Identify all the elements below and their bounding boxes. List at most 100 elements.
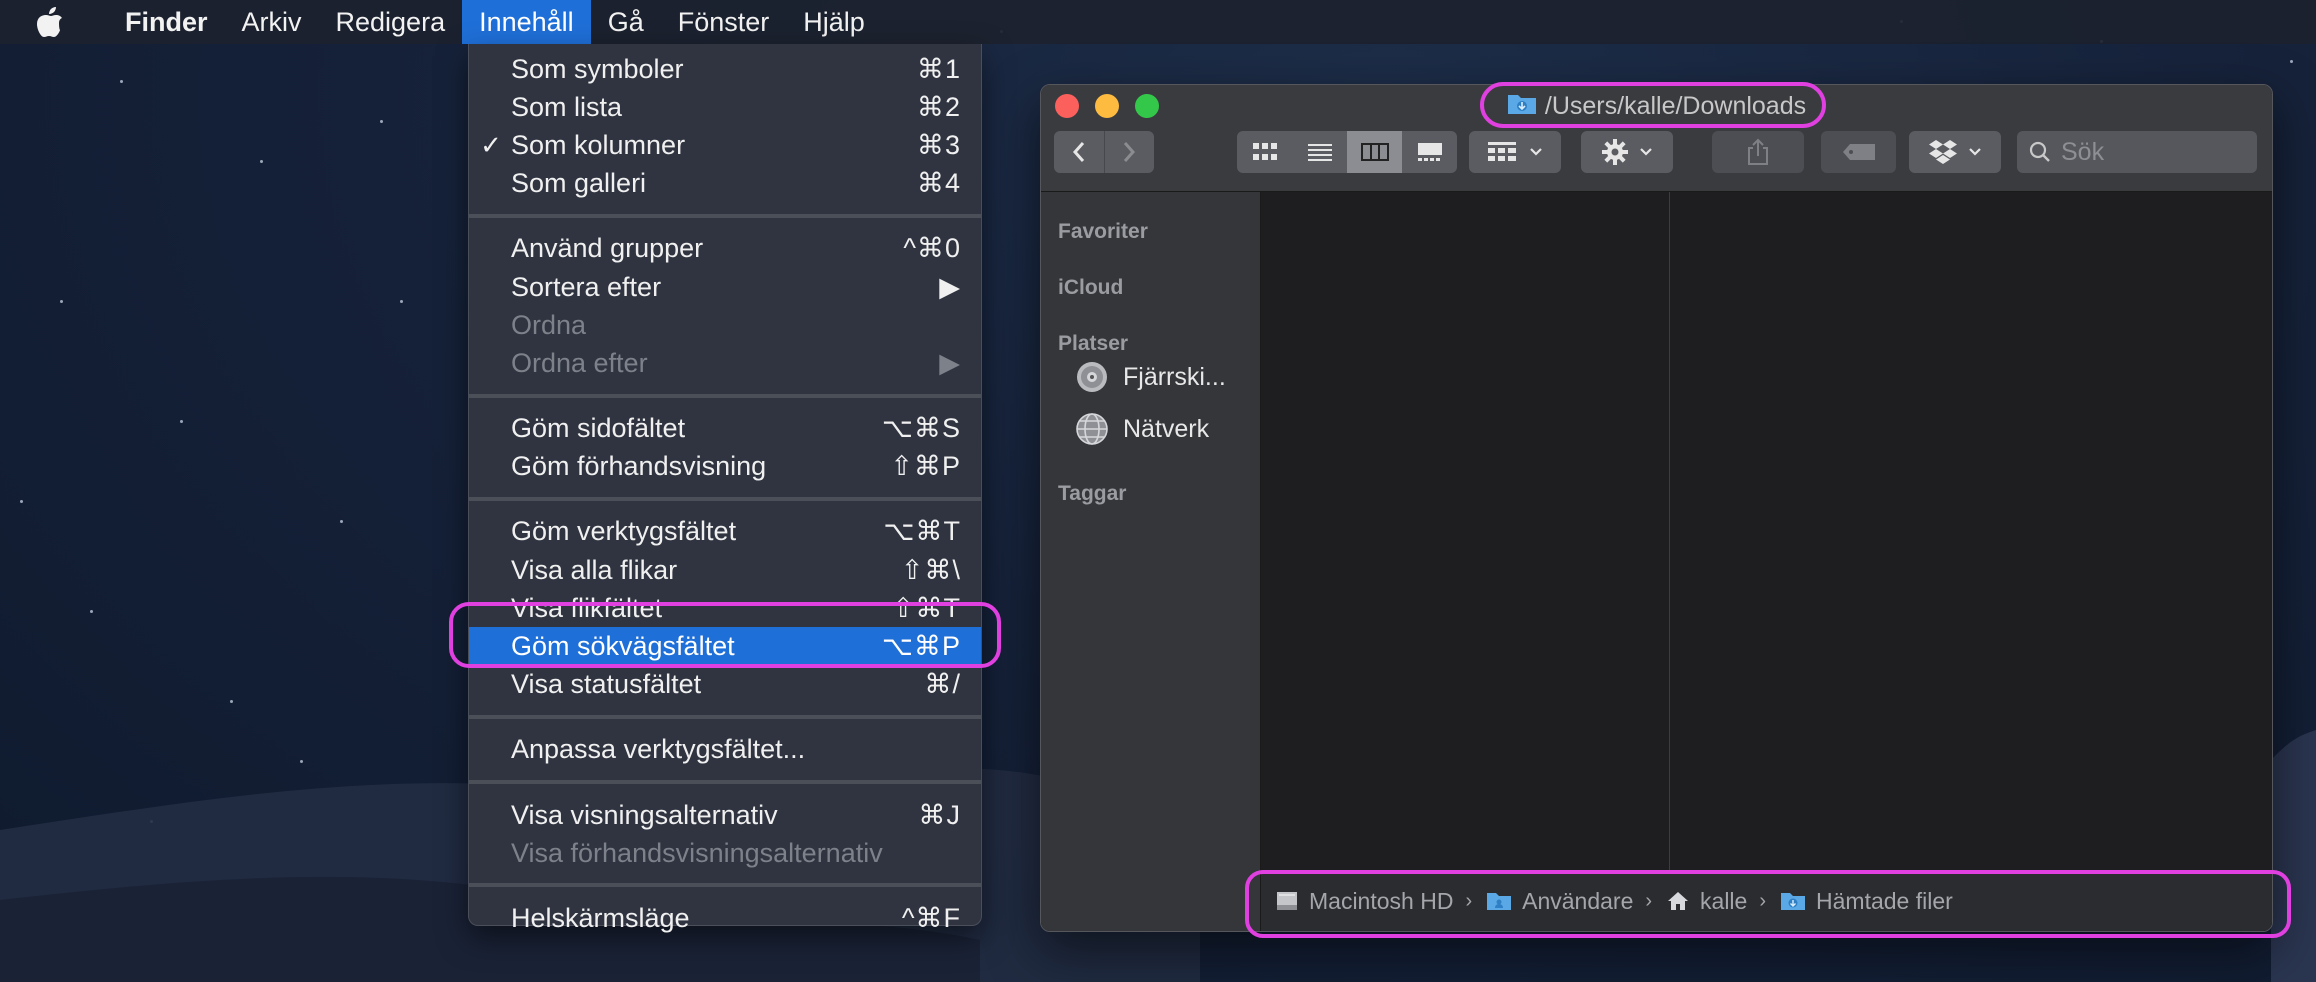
column-view-button[interactable] (1347, 131, 1402, 173)
menu-item[interactable]: ✓ Som kolumner ⌘3 (469, 126, 981, 164)
path-item-kalle[interactable]: kalle › (1666, 888, 1766, 915)
menu-item-shortcut: ⌥⌘T (883, 516, 961, 547)
path-item-anvandare[interactable]: Användare › (1486, 888, 1652, 915)
sidebar-item-network[interactable]: Nätverk (1075, 412, 1209, 446)
menu-item-label: Visa statusfältet (511, 669, 702, 700)
star-decoration (260, 160, 263, 163)
menu-separator (469, 393, 981, 398)
menu-separator (469, 714, 981, 719)
apple-menu-icon[interactable] (36, 6, 80, 38)
menu-item[interactable]: Visa alla flikar ⇧⌘\ (469, 551, 981, 589)
sidebar-section-platser: Platser (1058, 332, 1129, 355)
remote-disc-icon (1075, 360, 1109, 394)
path-bar: Macintosh HD › Användare › kalle › Hämta… (1261, 870, 2272, 931)
menu-item[interactable]: Anpassa verktygsfältet... (469, 731, 981, 769)
menubar-ga[interactable]: Gå (591, 0, 661, 44)
menu-item-label: Göm förhandsvisning (511, 451, 767, 482)
nav-buttons (1054, 131, 1154, 173)
menu-item[interactable]: Sortera efter ▶ (469, 268, 981, 306)
menu-item[interactable]: Göm förhandsvisning ⇧⌘P (469, 448, 981, 486)
star-decoration (2290, 60, 2293, 63)
menu-bar: Finder Arkiv Redigera Innehåll Gå Fönste… (0, 0, 2316, 44)
path-item-hamtade-filer[interactable]: Hämtade filer (1780, 888, 1953, 915)
menu-item-shortcut: ⌘2 (916, 91, 961, 122)
path-item-label: Macintosh HD (1309, 887, 1454, 914)
menu-item-label: Visa flikfältet (511, 592, 663, 623)
menu-item-label: Helskärmsläge (511, 902, 690, 933)
title-bar: /Users/kalle/Downloads Sök (1041, 85, 2272, 192)
chevron-down-icon (1968, 147, 1982, 157)
group-button[interactable] (1469, 131, 1561, 173)
menu-item[interactable]: Som lista ⌘2 (469, 88, 981, 126)
menu-item-shortcut: ⇧⌘\ (900, 554, 961, 585)
menu-item-shortcut: ^⌘F (901, 902, 961, 933)
path-item-macintosh-hd[interactable]: Macintosh HD › (1275, 888, 1472, 915)
tag-button[interactable] (1821, 131, 1896, 173)
menu-item-label: Visa förhandsvisningsalternativ (511, 837, 883, 868)
menubar-hjalp[interactable]: Hjälp (786, 0, 882, 44)
menu-item[interactable]: Göm verktygsfältet ⌥⌘T (469, 513, 981, 551)
menu-item-shortcut: ⌥⌘P (881, 631, 961, 662)
menu-item[interactable]: Visa flikfältet ⇧⌘T (469, 589, 981, 627)
share-button[interactable] (1712, 131, 1804, 173)
finder-window: /Users/kalle/Downloads Sök Favoriter iCl… (1040, 84, 2273, 932)
menubar-arkiv[interactable]: Arkiv (225, 0, 319, 44)
star-decoration (150, 820, 153, 823)
star-decoration (400, 300, 403, 303)
window-title: /Users/kalle/Downloads (1041, 87, 2272, 125)
hard-drive-icon (1275, 890, 1299, 912)
menu-item[interactable]: Som galleri ⌘4 (469, 165, 981, 203)
menu-separator (469, 780, 981, 784)
menu-item-label: Visa alla flikar (511, 554, 678, 585)
menu-item-label: Som galleri (511, 168, 647, 199)
dropbox-icon (1928, 139, 1958, 165)
back-button[interactable] (1054, 131, 1105, 173)
menu-separator (469, 496, 981, 501)
star-decoration (180, 420, 183, 423)
menu-item-shortcut: ⌘/ (924, 669, 961, 700)
forward-button[interactable] (1105, 131, 1155, 173)
checkmark-icon: ✓ (480, 129, 502, 160)
menu-item[interactable]: Visa statusfältet ⌘/ (469, 666, 981, 704)
star-decoration (60, 300, 63, 303)
menu-item-label: Ordna (511, 309, 587, 340)
path-item-label: Hämtade filer (1816, 887, 1953, 914)
submenu-arrow-icon: ▶ (939, 347, 961, 378)
menu-item-shortcut: ⌘J (918, 799, 961, 830)
submenu-arrow-icon: ▶ (939, 271, 961, 302)
menubar-innehall[interactable]: Innehåll (462, 0, 591, 44)
sidebar: Favoriter iCloud Platser Fjärrski... Nät… (1041, 192, 1261, 931)
list-view-button[interactable] (1292, 131, 1347, 173)
menubar-fonster[interactable]: Fönster (661, 0, 787, 44)
column-divider[interactable] (1669, 192, 1670, 871)
menu-separator (469, 883, 981, 888)
home-icon (1666, 890, 1690, 912)
menu-item: Ordna efter ▶ (469, 344, 981, 382)
menu-item[interactable]: Göm sökvägsfältet ⌥⌘P (469, 627, 981, 666)
chevron-down-icon (1639, 147, 1653, 157)
menu-item-shortcut: ⇧⌘T (891, 592, 961, 623)
menu-item[interactable]: Göm sidofältet ⌥⌘S (469, 410, 981, 448)
menu-item-label: Visa visningsalternativ (511, 799, 778, 830)
search-field[interactable]: Sök (2017, 131, 2257, 173)
sidebar-section-favoriter: Favoriter (1058, 220, 1148, 243)
menu-item-shortcut: ⌥⌘S (881, 413, 961, 444)
menu-item[interactable]: Använd grupper ^⌘0 (469, 230, 981, 268)
action-button[interactable] (1581, 131, 1673, 173)
search-placeholder: Sök (2061, 137, 2105, 166)
menu-item-label: Som kolumner (511, 129, 686, 160)
column-browser[interactable]: Macintosh HD › Användare › kalle › Hämta… (1261, 192, 2272, 931)
chevron-down-icon (1529, 147, 1543, 157)
gallery-view-button[interactable] (1402, 131, 1457, 173)
icon-view-button[interactable] (1237, 131, 1292, 173)
menubar-redigera[interactable]: Redigera (319, 0, 463, 44)
share-icon (1746, 138, 1770, 166)
menu-item-label: Anpassa verktygsfältet... (511, 734, 806, 765)
sidebar-item-remote-disc[interactable]: Fjärrski... (1075, 360, 1226, 394)
folder-users-icon (1486, 890, 1512, 912)
dropbox-button[interactable] (1909, 131, 2001, 173)
menubar-app-name[interactable]: Finder (108, 0, 225, 44)
menu-item[interactable]: Helskärmsläge ^⌘F (469, 899, 981, 937)
menu-item[interactable]: Visa visningsalternativ ⌘J (469, 796, 981, 834)
menu-item[interactable]: Som symboler ⌘1 (469, 50, 981, 88)
